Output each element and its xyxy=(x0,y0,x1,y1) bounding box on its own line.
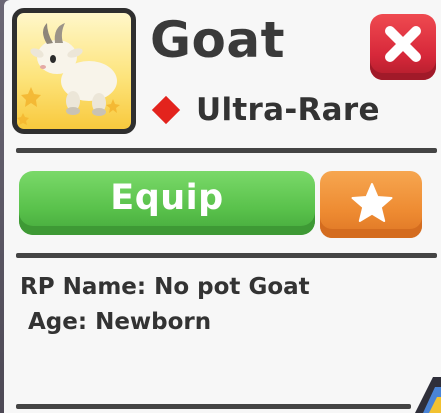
pet-thumbnail xyxy=(12,8,136,134)
divider-bottom xyxy=(16,404,411,409)
rarity-label: Ultra-Rare xyxy=(196,92,380,128)
close-button[interactable] xyxy=(370,14,436,80)
corner-decoration-icon xyxy=(415,377,441,413)
divider-top xyxy=(16,148,437,153)
favorite-button[interactable] xyxy=(320,171,422,238)
star-icon xyxy=(351,183,393,222)
age-line: Age: Newborn xyxy=(28,309,212,335)
close-icon xyxy=(385,26,421,62)
pet-name-title: Goat xyxy=(150,11,286,69)
equip-button-label: Equip xyxy=(110,178,224,218)
equip-button[interactable]: Equip xyxy=(19,171,315,235)
rarity-diamond-icon xyxy=(151,95,181,125)
rp-name-line: RP Name: No pot Goat xyxy=(20,274,310,300)
pet-info-panel: Goat Ultra-Rare Equip RP Name: No pot Go… xyxy=(4,0,441,413)
divider-middle xyxy=(16,253,437,258)
rarity-row: Ultra-Rare xyxy=(151,88,380,132)
goat-pet-image xyxy=(17,23,120,125)
